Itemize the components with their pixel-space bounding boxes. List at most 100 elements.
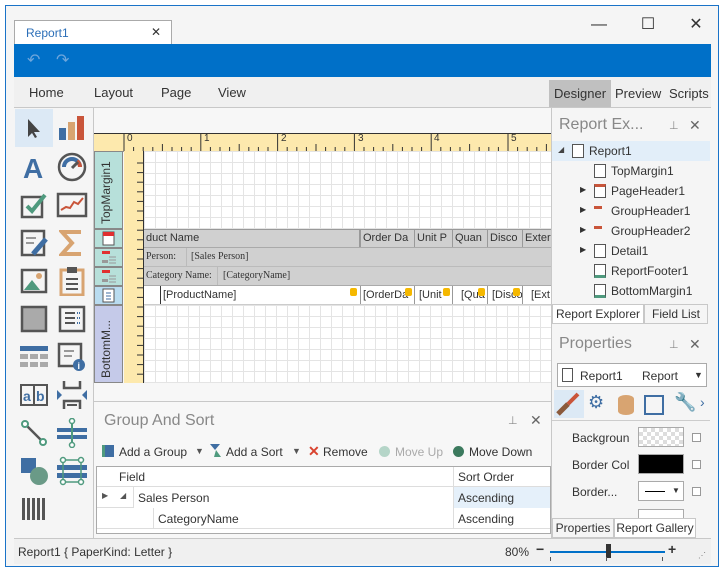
row-sort-order[interactable]: Ascending [453, 487, 550, 508]
zoom-slider-thumb[interactable] [605, 544, 611, 558]
row-sort-order[interactable]: Ascending [453, 508, 550, 529]
table-tool[interactable] [15, 338, 53, 376]
close-panel-icon[interactable]: ✕ [689, 336, 701, 353]
expand-icon[interactable]: ▶ [580, 245, 586, 254]
border-color-picker[interactable] [638, 454, 684, 474]
background-reset-checkbox[interactable] [692, 433, 701, 442]
maximize-button[interactable]: ☐ [633, 14, 663, 36]
move-down-button[interactable]: Move Down [469, 445, 532, 459]
group2-field[interactable]: [CategoryName] [221, 267, 371, 285]
remove-button[interactable]: Remove [323, 445, 368, 459]
redo-icon[interactable]: ↷ [56, 50, 69, 70]
tree-item-pageheader1[interactable]: ▶ PageHeader1 [552, 181, 710, 201]
group1-label[interactable]: Person: [144, 248, 187, 266]
close-panel-icon[interactable]: ✕ [530, 412, 542, 429]
pin-icon[interactable]: ⊥ [508, 414, 518, 427]
tab-view[interactable]: View [218, 85, 246, 100]
rich-text-tool[interactable] [15, 224, 53, 262]
tree-item-topmargin1[interactable]: TopMargin1 [552, 161, 710, 181]
band-detail[interactable] [94, 286, 123, 305]
barcode-tool[interactable] [15, 490, 53, 528]
header-cell-discount[interactable]: Disco [488, 230, 523, 247]
tree-item-groupheader1[interactable]: ▶ GroupHeader1 [552, 201, 710, 221]
character-comb-tool[interactable]: ab [15, 376, 53, 414]
header-cell-order-date[interactable]: Order Da [360, 230, 415, 247]
label-tool[interactable]: A [15, 148, 53, 186]
tab-report-gallery[interactable]: Report Gallery [614, 518, 696, 538]
cross-band-line-tool[interactable] [53, 414, 91, 452]
band-top-margin[interactable]: TopMargin1 [94, 151, 123, 229]
tab-field-list[interactable]: Field List [644, 304, 708, 324]
tree-item-bottommargin1[interactable]: BottomMargin1 [552, 281, 710, 301]
tab-properties[interactable]: Properties [552, 518, 614, 538]
chart-tool[interactable] [53, 109, 91, 147]
cross-band-box-tool[interactable] [53, 452, 91, 490]
band-group-header-2[interactable] [94, 267, 123, 286]
view-preview[interactable]: Preview [610, 80, 666, 107]
component-selector[interactable]: Report1 Report ▼ [557, 363, 707, 387]
data-category-icon[interactable] [618, 395, 634, 415]
border-color-reset-checkbox[interactable] [692, 460, 701, 469]
close-window-button[interactable]: ✕ [681, 14, 711, 36]
background-color-picker[interactable] [638, 427, 684, 447]
more-categories-icon[interactable]: › [700, 394, 705, 410]
border-style-dropdown[interactable]: ▼ [638, 481, 684, 501]
add-group-dropdown-icon[interactable]: ▼ [195, 446, 204, 456]
gauge-tool[interactable] [53, 148, 91, 186]
header-cell-extended[interactable]: Exter [523, 230, 551, 247]
report-canvas[interactable]: duct Name Order Da Unit P Quan Disco Ext… [144, 151, 551, 383]
grid-row[interactable]: CategoryName Ascending [97, 508, 550, 529]
appearance-category[interactable] [554, 390, 584, 418]
page-info-tool[interactable] [53, 262, 91, 300]
close-tab-icon[interactable]: ✕ [151, 25, 161, 39]
summary-tool[interactable] [53, 224, 91, 262]
layout-category-icon[interactable] [644, 395, 664, 415]
border-width-spinner[interactable] [638, 509, 684, 518]
header-cell-quantity[interactable]: Quan [453, 230, 488, 247]
view-scripts[interactable]: Scripts [664, 80, 714, 107]
wrench-icon[interactable]: 🔧 [674, 392, 696, 413]
shape-tool[interactable] [15, 452, 53, 490]
expand-icon[interactable]: ▶ [580, 225, 586, 234]
picture-tool[interactable] [15, 262, 53, 300]
group1-field[interactable]: [Sales Person] [189, 248, 339, 266]
tab-report-explorer[interactable]: Report Explorer [552, 304, 644, 324]
row-field[interactable]: Sales Person [133, 487, 453, 508]
document-tab[interactable]: Report1 ✕ [14, 20, 172, 45]
undo-icon[interactable]: ↶ [27, 50, 40, 70]
band-page-header[interactable] [94, 229, 123, 248]
pin-icon[interactable]: ⊥ [669, 338, 679, 351]
zoom-out-button[interactable]: − [536, 541, 544, 557]
group2-label[interactable]: Category Name: [144, 267, 218, 285]
toc-tool[interactable] [53, 300, 91, 338]
line-tool[interactable] [15, 414, 53, 452]
tab-page[interactable]: Page [161, 85, 191, 100]
move-up-button[interactable]: Move Up [395, 445, 443, 459]
tree-item-reportfooter1[interactable]: ReportFooter1 [552, 261, 710, 281]
detail-cell-extended[interactable]: [Ext [523, 286, 551, 304]
expand-icon[interactable]: ▶ [580, 205, 586, 214]
collapse-icon[interactable]: ◢ [120, 491, 126, 500]
view-designer[interactable]: Designer [549, 80, 612, 107]
row-field[interactable]: CategoryName [153, 508, 453, 529]
expand-icon[interactable]: ◢ [558, 145, 564, 154]
add-sort-dropdown-icon[interactable]: ▼ [292, 446, 301, 456]
subreport-tool[interactable]: i [53, 338, 91, 376]
sparkline-tool[interactable] [53, 186, 91, 224]
panel-tool[interactable] [15, 300, 53, 338]
header-cell-unit-price[interactable]: Unit P [415, 230, 453, 247]
pin-icon[interactable]: ⊥ [669, 119, 679, 132]
add-sort-button[interactable]: Add a Sort [226, 445, 283, 459]
band-bottom-margin[interactable]: BottomM... [94, 305, 123, 383]
checkbox-tool[interactable] [15, 186, 53, 224]
minimize-button[interactable]: — [584, 14, 614, 36]
pointer-tool[interactable] [15, 109, 53, 147]
zoom-in-button[interactable]: + [668, 541, 676, 557]
header-cell-product-name[interactable]: duct Name [144, 230, 360, 247]
add-group-button[interactable]: Add a Group [119, 445, 187, 459]
band-group-header-1[interactable] [94, 248, 123, 267]
behavior-gears-icon[interactable]: ⚙ [588, 392, 604, 413]
page-break-tool[interactable] [53, 376, 91, 414]
resize-grip-icon[interactable]: ⋰ [698, 551, 706, 560]
tree-item-report1[interactable]: ◢ Report1 [552, 141, 710, 161]
